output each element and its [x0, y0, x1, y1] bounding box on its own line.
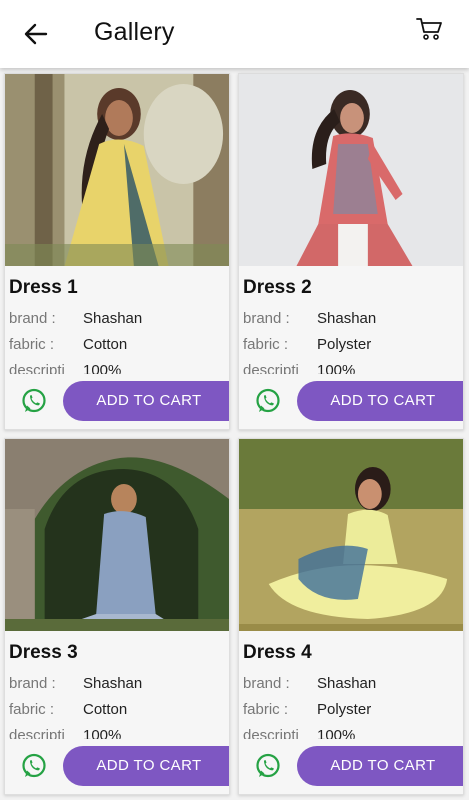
product-card[interactable]: Dress 2 brand : Shashan fabric : Polyster …: [238, 73, 464, 430]
description-label: descripti: [243, 362, 299, 374]
fabric-row: fabric : Polyster: [243, 701, 463, 718]
whatsapp-icon[interactable]: [21, 388, 47, 414]
whatsapp-icon[interactable]: [21, 753, 47, 779]
brand-value: Shashan: [83, 310, 143, 327]
product-card[interactable]: Dress 3 brand : Shashan fabric : Cotton de…: [4, 438, 230, 795]
brand-row: brand : Shashan: [9, 310, 229, 327]
whatsapp-icon[interactable]: [255, 753, 281, 779]
add-to-cart-button[interactable]: ADD TO CART: [63, 381, 229, 421]
fabric-label: fabric :: [9, 336, 55, 353]
brand-row: brand : Shashan: [243, 310, 463, 327]
description-row: descripti 100%: [9, 362, 229, 374]
brand-value: Shashan: [83, 675, 143, 692]
brand-label: brand :: [9, 310, 56, 327]
description-row: descripti 100%: [243, 727, 463, 739]
description-label: descripti: [9, 727, 65, 739]
brand-label: brand :: [243, 675, 290, 692]
brand-row: brand : Shashan: [243, 675, 463, 692]
add-to-cart-button[interactable]: ADD TO CART: [297, 381, 463, 421]
description-value: 100%: [317, 727, 356, 739]
description-row: descripti 100%: [9, 727, 229, 739]
product-image[interactable]: [239, 74, 463, 266]
add-to-cart-button[interactable]: ADD TO CART: [63, 746, 229, 786]
fabric-value: Polyster: [317, 336, 372, 353]
shopping-cart-icon[interactable]: [416, 16, 444, 42]
add-to-cart-button[interactable]: ADD TO CART: [297, 746, 463, 786]
product-image[interactable]: [5, 74, 229, 266]
description-value: 100%: [83, 362, 122, 374]
fabric-row: fabric : Cotton: [9, 701, 229, 718]
product-card[interactable]: Dress 4 brand : Shashan fabric : Polyster …: [238, 438, 464, 795]
brand-value: Shashan: [317, 310, 377, 327]
fabric-row: fabric : Polyster: [243, 336, 463, 353]
page-title: Gallery: [94, 18, 175, 46]
fabric-label: fabric :: [243, 336, 289, 353]
fabric-row: fabric : Cotton: [9, 336, 229, 353]
app-bar: Gallery: [0, 0, 469, 68]
brand-label: brand :: [243, 310, 290, 327]
whatsapp-icon[interactable]: [255, 388, 281, 414]
brand-row: brand : Shashan: [9, 675, 229, 692]
product-card[interactable]: Dress 1 brand : Shashan fabric : Cotton de…: [4, 73, 230, 430]
product-name: Dress 2: [243, 277, 312, 298]
description-label: descripti: [243, 727, 299, 739]
fabric-label: fabric :: [243, 701, 289, 718]
brand-value: Shashan: [317, 675, 377, 692]
product-name: Dress 1: [9, 277, 78, 298]
fabric-value: Cotton: [83, 701, 128, 718]
fabric-value: Cotton: [83, 336, 128, 353]
arrow-left-icon[interactable]: [22, 20, 50, 48]
description-value: 100%: [83, 727, 122, 739]
product-name: Dress 4: [243, 642, 312, 663]
product-image[interactable]: [239, 439, 463, 631]
fabric-label: fabric :: [9, 701, 55, 718]
description-row: descripti 100%: [243, 362, 463, 374]
brand-label: brand :: [9, 675, 56, 692]
product-name: Dress 3: [9, 642, 78, 663]
product-grid: Dress 1 brand : Shashan fabric : Cotton de…: [0, 68, 469, 800]
description-label: descripti: [9, 362, 65, 374]
product-image[interactable]: [5, 439, 229, 631]
fabric-value: Polyster: [317, 701, 372, 718]
description-value: 100%: [317, 362, 356, 374]
